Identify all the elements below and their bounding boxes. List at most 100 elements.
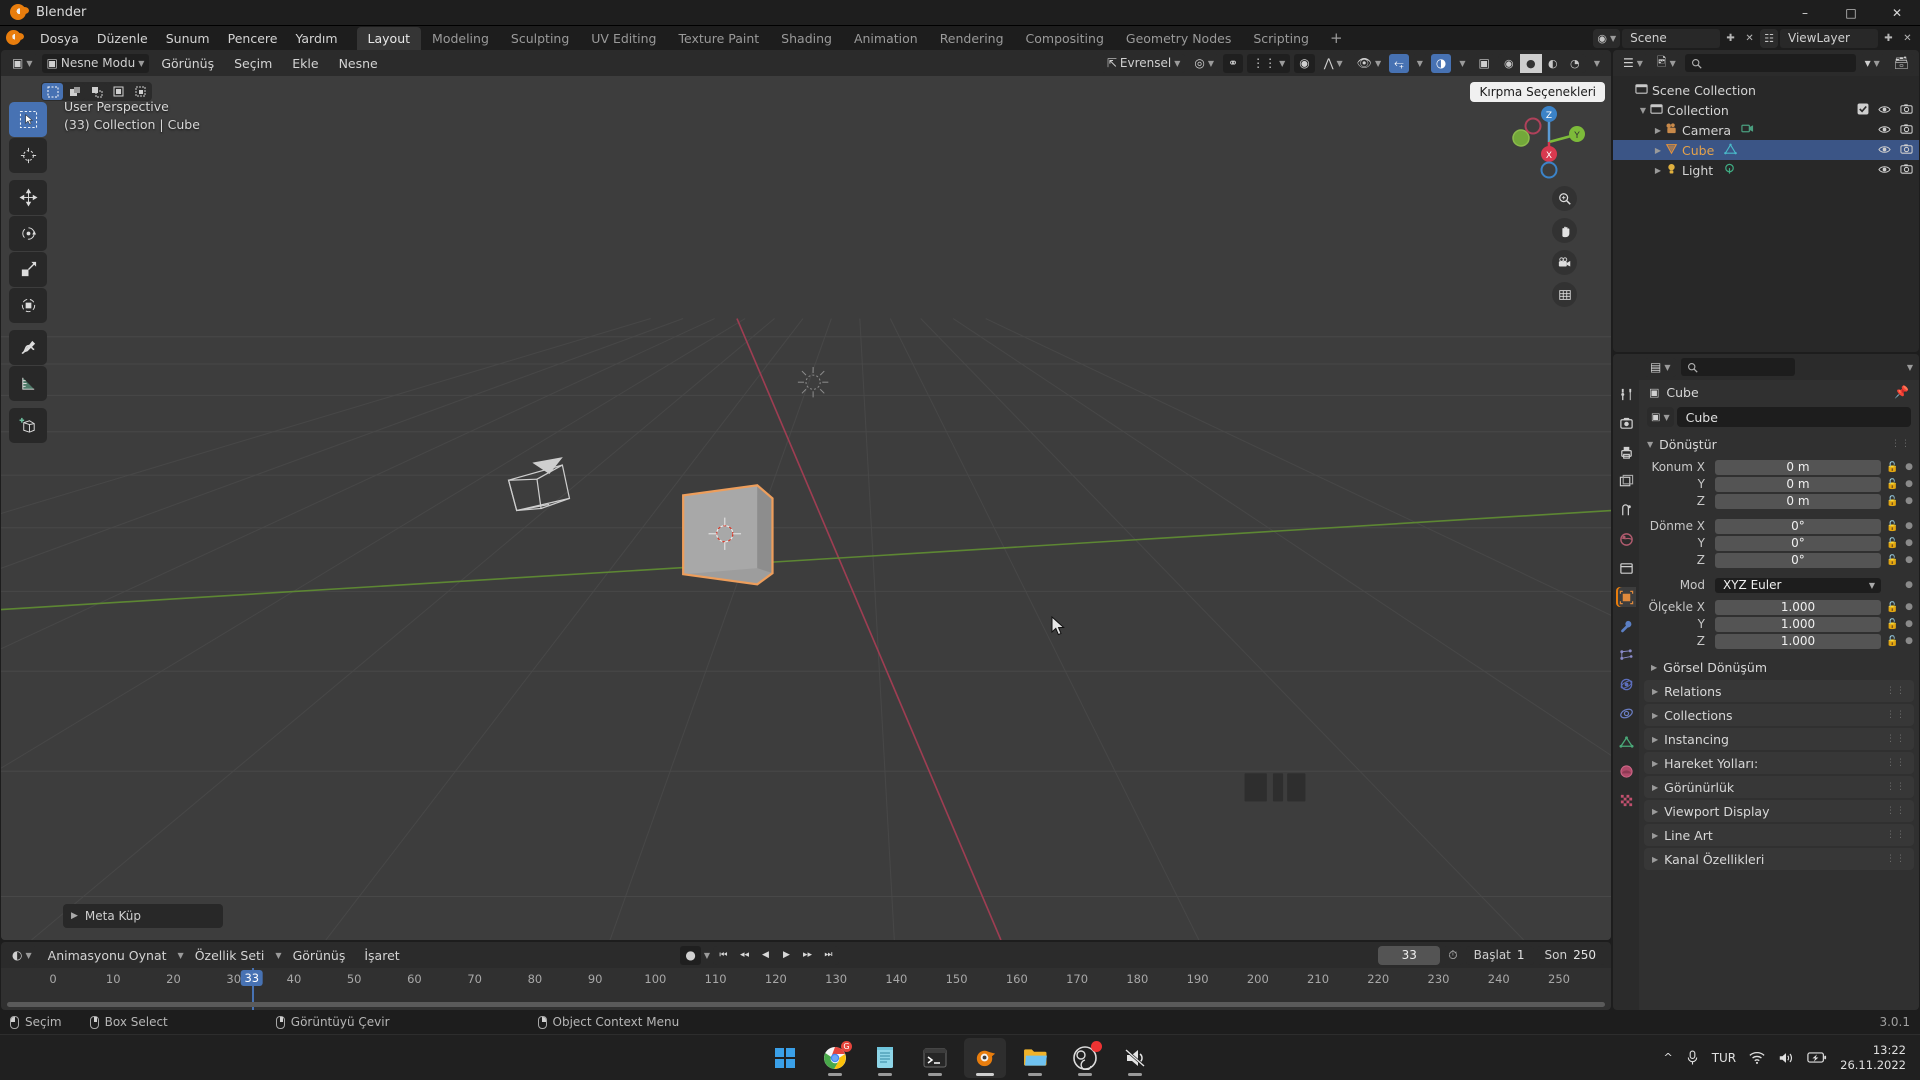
- disable-in-renders-toggle[interactable]: [1900, 123, 1913, 138]
- show-hidden-icons-chevron[interactable]: ^: [1663, 1051, 1672, 1064]
- timeline-menu-view[interactable]: Görünüş: [285, 945, 354, 966]
- unlink-scene-button[interactable]: ✕: [1741, 29, 1758, 48]
- panel-relations[interactable]: ▶ Relations ⋮⋮: [1644, 680, 1914, 702]
- panel-instancing[interactable]: ▶ Instancing ⋮⋮: [1644, 728, 1914, 750]
- tab-scene[interactable]: [1616, 500, 1636, 520]
- remove-viewlayer-button[interactable]: ✕: [1899, 29, 1916, 48]
- properties-panel-list[interactable]: ▣ Cube 📌 ▣ ▼ Cube ▼ Dönüştür ⋮⋮ Konum X …: [1639, 380, 1919, 1010]
- new-collection-button[interactable]: 🗃: [1888, 53, 1914, 73]
- properties-search-input[interactable]: [1680, 358, 1795, 376]
- auto-keying-toggle[interactable]: ●: [680, 945, 701, 965]
- rotation-y-value[interactable]: 0°: [1715, 535, 1881, 551]
- select-subtract-mode[interactable]: [86, 83, 107, 100]
- tab-particles[interactable]: [1616, 645, 1636, 665]
- transform-orientation-selector[interactable]: ⇱ Evrensel ▼: [1101, 53, 1186, 73]
- gizmo-settings[interactable]: ▼: [1411, 53, 1428, 73]
- new-viewlayer-button[interactable]: ✚: [1880, 29, 1897, 48]
- scale-x-value[interactable]: 1.000: [1715, 599, 1881, 615]
- xray-toggle[interactable]: ▣: [1473, 53, 1495, 73]
- disclosure-triangle-icon[interactable]: ▶: [1651, 166, 1665, 175]
- outliner-editor-type[interactable]: ☰ ▼: [1618, 53, 1648, 73]
- select-box-mode[interactable]: [42, 83, 63, 100]
- panel-g-r-n-rl-k[interactable]: ▶ Görünürlük ⋮⋮: [1644, 776, 1914, 798]
- shading-rendered-button[interactable]: ◔: [1563, 53, 1586, 73]
- panel-viewport-display[interactable]: ▶ Viewport Display ⋮⋮: [1644, 800, 1914, 822]
- navigation-gizmo[interactable]: Z Y X: [1509, 102, 1589, 182]
- lock-icon[interactable]: 🔓: [1885, 496, 1900, 507]
- play-reverse-button[interactable]: ◀: [755, 946, 776, 965]
- tab-modeling[interactable]: Modeling: [421, 27, 500, 50]
- panel-kanal-zellikleri[interactable]: ▶ Kanal Özellikleri ⋮⋮: [1644, 848, 1914, 870]
- obs-icon[interactable]: [1064, 1038, 1106, 1078]
- current-frame-field[interactable]: 33: [1378, 945, 1441, 965]
- tab-object-data[interactable]: [1616, 732, 1636, 752]
- timeline-menu-keying[interactable]: Özellik Seti: [187, 945, 273, 966]
- tab-layout[interactable]: Layout: [356, 26, 422, 50]
- object-data-icon[interactable]: [1724, 143, 1738, 158]
- location-z-value[interactable]: 0 m: [1715, 493, 1881, 509]
- jump-start-button[interactable]: ⏮: [713, 946, 734, 965]
- menu-dosya[interactable]: Dosya: [31, 28, 88, 49]
- hide-in-viewport-toggle[interactable]: [1878, 143, 1891, 158]
- outliner-row-camera[interactable]: ▶ Camera: [1613, 120, 1919, 140]
- taskbar-clock[interactable]: 13:22 26.11.2022: [1840, 1043, 1906, 1073]
- scale-tool[interactable]: [9, 252, 47, 287]
- file-explorer-icon[interactable]: [1014, 1038, 1056, 1078]
- outliner-row-cube[interactable]: ▶ Cube: [1613, 140, 1919, 160]
- outliner-row-scene-collection[interactable]: Scene Collection: [1613, 80, 1919, 100]
- menu-sunum[interactable]: Sunum: [157, 28, 219, 49]
- menu-pencere[interactable]: Pencere: [219, 28, 287, 49]
- lock-icon[interactable]: 🔓: [1885, 636, 1900, 647]
- animate-dot-icon[interactable]: ●: [1904, 619, 1914, 629]
- volume-icon[interactable]: [1778, 1051, 1794, 1065]
- tab-tool[interactable]: [1616, 384, 1636, 404]
- select-invert-mode[interactable]: [108, 83, 129, 100]
- 3d-viewport-canvas[interactable]: User Perspective (33) Collection | Cube …: [1, 76, 1611, 940]
- location-x-value[interactable]: 0 m: [1715, 459, 1881, 475]
- zoom-icon[interactable]: [1552, 186, 1577, 211]
- wifi-icon[interactable]: [1749, 1051, 1765, 1065]
- menu-duzenle[interactable]: Düzenle: [88, 28, 157, 49]
- animate-dot-icon[interactable]: ●: [1904, 479, 1914, 489]
- disclosure-triangle-icon[interactable]: ▶: [1651, 146, 1665, 155]
- object-data-icon[interactable]: [1741, 123, 1754, 138]
- disclosure-triangle-icon[interactable]: ▶: [1651, 126, 1665, 135]
- tab-modifiers[interactable]: [1616, 616, 1636, 636]
- start-button[interactable]: [764, 1038, 806, 1078]
- animate-dot-icon[interactable]: ●: [1904, 580, 1914, 590]
- hide-in-viewport-toggle[interactable]: [1878, 103, 1891, 118]
- viewlayer-name-field[interactable]: ViewLayer: [1780, 28, 1878, 48]
- outliner-display-mode[interactable]: 🖻 ▼: [1651, 53, 1681, 73]
- annotate-tool[interactable]: [9, 330, 47, 365]
- next-keyframe-button[interactable]: ▸▸: [797, 946, 818, 965]
- tab-collection-properties[interactable]: [1616, 558, 1636, 578]
- measure-tool[interactable]: [9, 366, 47, 401]
- tab-sculpting[interactable]: Sculpting: [500, 27, 580, 50]
- animate-dot-icon[interactable]: ●: [1904, 538, 1914, 548]
- shading-settings[interactable]: ▼: [1588, 53, 1605, 73]
- viewlayer-icon-box[interactable]: ☷: [1760, 28, 1778, 48]
- object-datablock-type-button[interactable]: ▣ ▼: [1647, 407, 1674, 427]
- tab-physics[interactable]: [1616, 674, 1636, 694]
- frame-start-field[interactable]: Başlat 1: [1465, 945, 1534, 965]
- viewport-menu-gorunus[interactable]: Görünüş: [153, 53, 222, 74]
- transform-panel-header[interactable]: ▼ Dönüştür ⋮⋮: [1639, 433, 1919, 455]
- delta-transform-panel-header[interactable]: ▶ Görsel Dönüşüm: [1639, 656, 1919, 678]
- snap-settings[interactable]: ⋮⋮ ▼: [1247, 53, 1291, 73]
- object-data-icon[interactable]: [1723, 163, 1736, 178]
- tab-shading[interactable]: Shading: [770, 27, 843, 50]
- rotation-z-value[interactable]: 0°: [1715, 552, 1881, 568]
- use-preview-range-button[interactable]: ⏱: [1443, 945, 1463, 965]
- tab-compositing[interactable]: Compositing: [1015, 27, 1115, 50]
- ortho-perspective-icon[interactable]: [1552, 282, 1577, 307]
- outliner-row-light[interactable]: ▶ Light: [1613, 160, 1919, 180]
- terminal-icon[interactable]: [914, 1038, 956, 1078]
- scale-y-value[interactable]: 1.000: [1715, 616, 1881, 632]
- proportional-edit-toggle[interactable]: ◉: [1294, 53, 1315, 73]
- outliner-tree[interactable]: Scene Collection ▼ Collection ▶ Camera ▶ Cube ▶…: [1613, 76, 1919, 352]
- add-cube-tool[interactable]: [9, 408, 47, 443]
- properties-options-chevron[interactable]: ▼: [1907, 363, 1913, 372]
- timeline-menu-playback[interactable]: Animasyonu Oynat: [40, 945, 175, 966]
- lock-icon[interactable]: 🔓: [1885, 479, 1900, 490]
- blender-icon[interactable]: [964, 1037, 1006, 1078]
